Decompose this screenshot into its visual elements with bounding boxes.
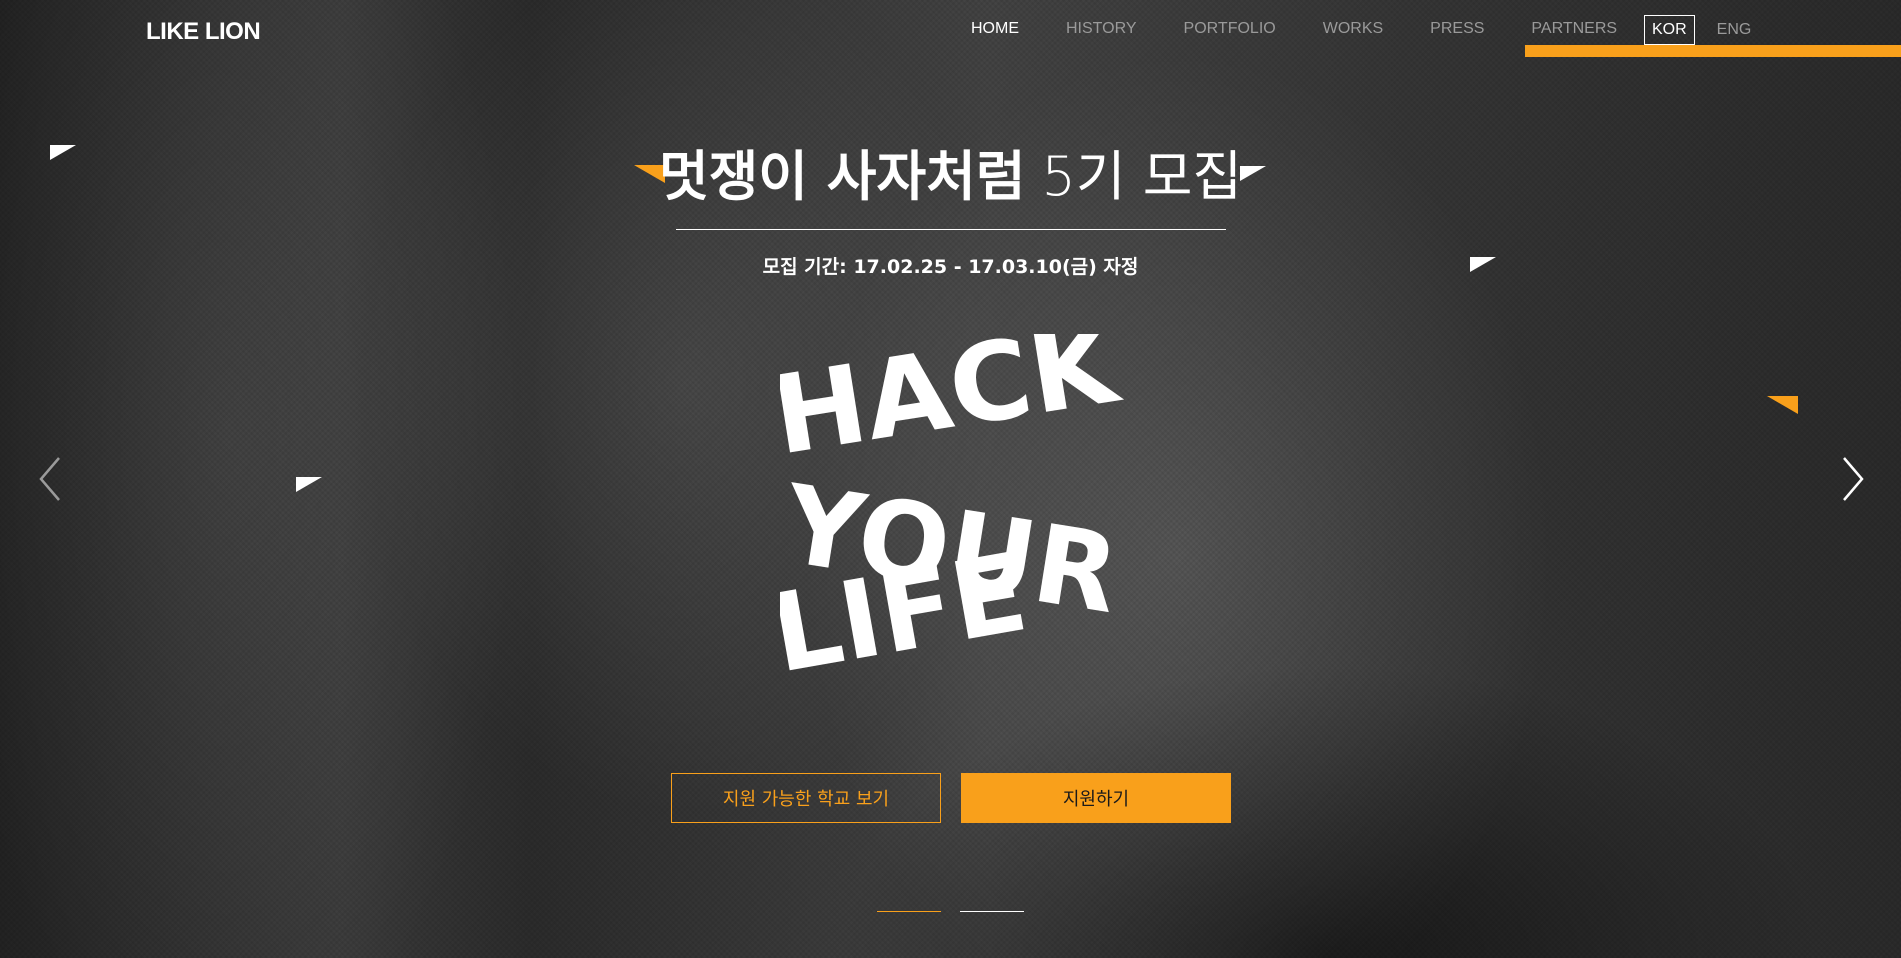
slide-indicators bbox=[877, 911, 1024, 912]
slider-progress-bar bbox=[1525, 45, 1901, 57]
nav-works[interactable]: WORKS bbox=[1323, 20, 1383, 38]
nav-press[interactable]: PRESS bbox=[1430, 20, 1484, 38]
hero-title: 멋쟁이 사자처럼 5기 모집 bbox=[0, 150, 1901, 204]
hack-line-1: HACK bbox=[780, 334, 1128, 480]
slider-next-button[interactable] bbox=[1834, 454, 1868, 504]
language-eng[interactable]: ENG bbox=[1717, 21, 1752, 39]
language-switcher: KOR ENG bbox=[1644, 15, 1751, 45]
nav-history[interactable]: HISTORY bbox=[1066, 20, 1137, 38]
hack-your-life-logo: HACK YOUR LIFE bbox=[780, 334, 1128, 694]
logo[interactable]: LIKE LION bbox=[146, 18, 261, 46]
hero-title-bold: 멋쟁이 사자처럼 bbox=[658, 145, 1026, 208]
recruitment-period: 모집 기간: 17.02.25 - 17.03.10(금) 자정 bbox=[762, 256, 1139, 278]
chevron-right-icon bbox=[1843, 457, 1864, 501]
chevron-left-icon bbox=[39, 457, 60, 501]
decorative-triangle bbox=[296, 477, 322, 492]
hero-buttons: 지원 가능한 학교 보기 지원하기 bbox=[671, 773, 1231, 823]
main-nav: HOME HISTORY PORTFOLIO WORKS PRESS PARTN… bbox=[971, 20, 1664, 38]
slide-indicator-1[interactable] bbox=[877, 911, 941, 912]
nav-portfolio[interactable]: PORTFOLIO bbox=[1184, 20, 1276, 38]
title-underline bbox=[676, 229, 1226, 230]
slider-prev-button[interactable] bbox=[35, 454, 69, 504]
nav-home[interactable]: HOME bbox=[971, 20, 1019, 38]
view-schools-button[interactable]: 지원 가능한 학교 보기 bbox=[671, 773, 941, 823]
slide-indicator-2[interactable] bbox=[960, 911, 1024, 912]
hero-section: LIKE LION HOME HISTORY PORTFOLIO WORKS P… bbox=[0, 0, 1901, 958]
apply-button[interactable]: 지원하기 bbox=[961, 773, 1231, 823]
nav-partners[interactable]: PARTNERS bbox=[1531, 20, 1617, 38]
hero-title-light: 5기 모집 bbox=[1041, 145, 1243, 208]
language-kor[interactable]: KOR bbox=[1644, 15, 1695, 45]
decorative-triangle bbox=[1767, 396, 1798, 414]
top-navigation: LIKE LION HOME HISTORY PORTFOLIO WORKS P… bbox=[0, 0, 1901, 64]
